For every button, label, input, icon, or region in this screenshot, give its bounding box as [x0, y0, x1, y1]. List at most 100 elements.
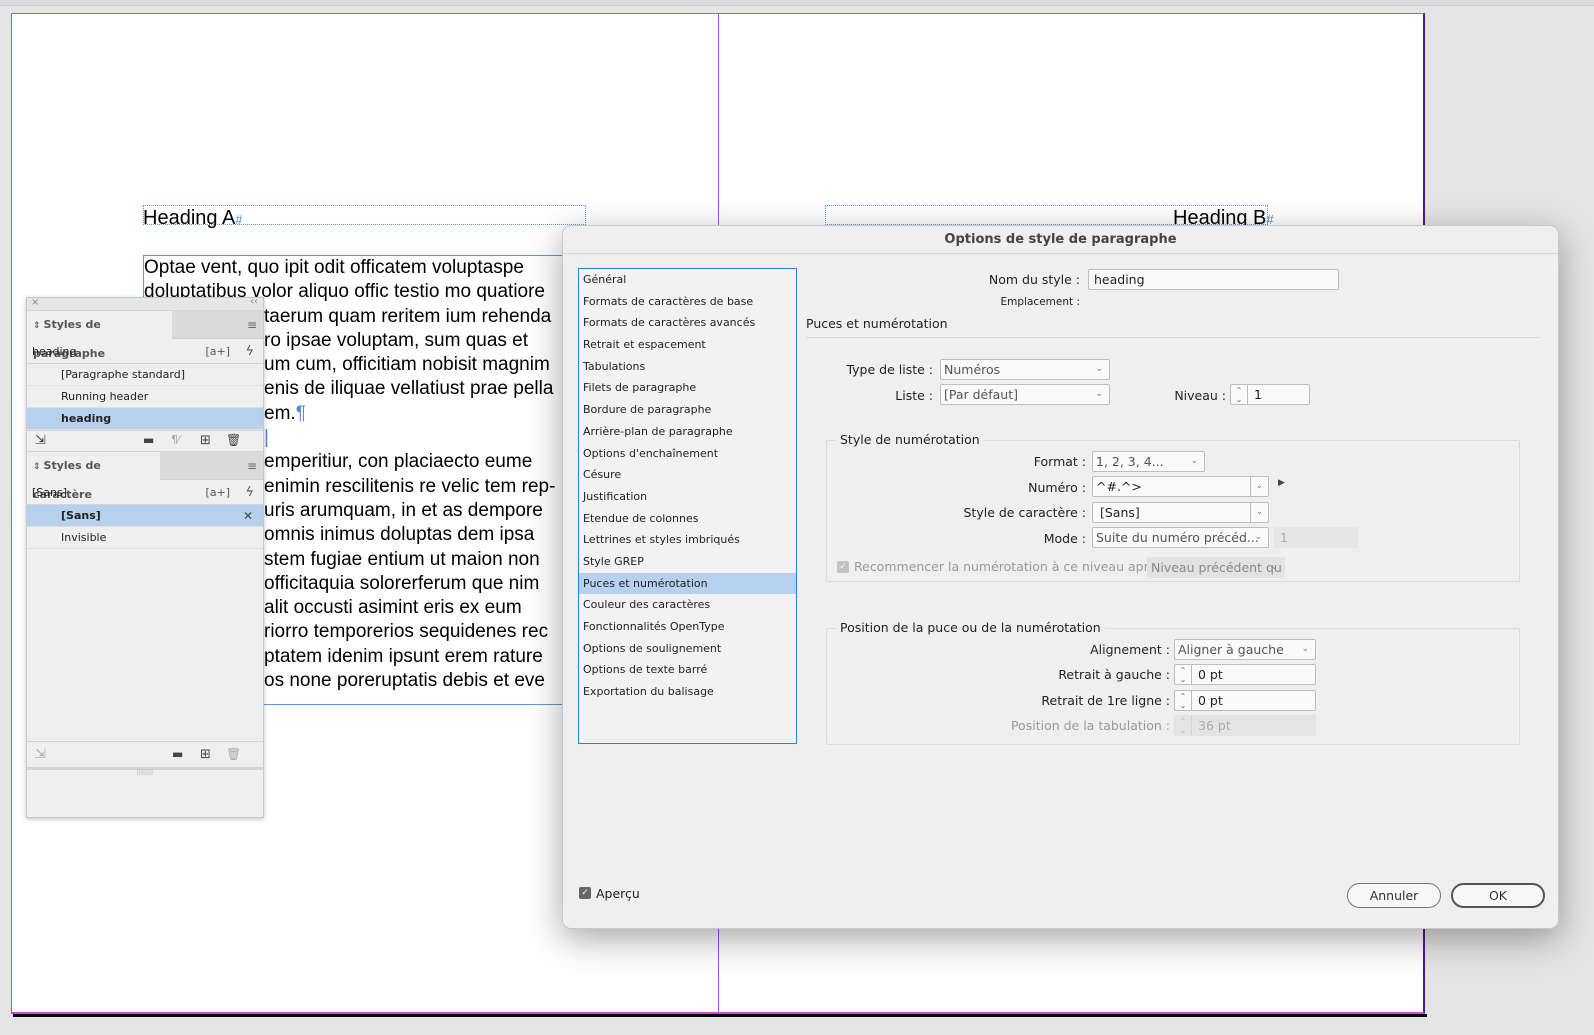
number-label: Numéro :	[1028, 480, 1086, 495]
updown-icon: ⇕	[33, 321, 41, 331]
category-item[interactable]: Style GREP	[579, 551, 796, 573]
dialog-title: Options de style de paragraphe	[563, 226, 1558, 254]
tab-paragraph-styles[interactable]: ⇕ Styles de paragraphe	[27, 311, 172, 360]
mode-start-input[interactable]: 1	[1274, 527, 1358, 548]
list-select[interactable]: [Par défaut] ⌄	[940, 384, 1110, 405]
pilcrow-marker: ¶	[295, 402, 306, 424]
quick-apply-icon[interactable]: ϟ	[245, 480, 254, 505]
restart-after-value: Niveau précédent qu	[1151, 560, 1282, 575]
ok-button[interactable]: OK	[1451, 883, 1545, 908]
restart-after-select[interactable]: Niveau précédent qu ⌄	[1147, 557, 1285, 578]
list-type-label: Type de liste :	[846, 362, 933, 377]
format-value: 1, 2, 3, 4...	[1096, 454, 1164, 469]
folder-icon[interactable]: ▬	[172, 747, 183, 761]
category-item[interactable]: Général	[579, 269, 796, 291]
category-item[interactable]: Retrait et espacement	[579, 334, 796, 356]
stepper-arrows-icon[interactable]: ⌃ ⌄	[1175, 665, 1192, 684]
category-item[interactable]: Options de texte barré	[579, 659, 796, 681]
heading-a[interactable]: Heading A#	[143, 208, 243, 230]
restart-numbering-label: Recommencer la numérotation à ce niveau …	[854, 559, 1171, 574]
new-style-icon[interactable]: ⊞	[200, 747, 211, 762]
mode-value: Suite du numéro précéd...	[1096, 530, 1259, 545]
character-style-label: Style de caractère :	[963, 505, 1086, 520]
tab-position-spinner[interactable]: ⌃ ⌄ 36 pt	[1174, 715, 1316, 736]
character-style-select[interactable]: [Sans] ⌄	[1092, 502, 1269, 523]
category-item[interactable]: Lettrines et styles imbriqués	[579, 529, 796, 551]
preview-checkbox[interactable]: ✓	[579, 887, 591, 899]
left-indent-value: 0 pt	[1198, 667, 1223, 682]
category-item[interactable]: Fonctionnalités OpenType	[579, 616, 796, 638]
quick-apply-icon[interactable]: ϟ	[245, 339, 254, 364]
category-item[interactable]: Options d'enchaînement	[579, 443, 796, 465]
first-line-indent-spinner[interactable]: ⌃ ⌄ 0 pt	[1174, 690, 1316, 711]
alignment-select[interactable]: Aligner à gauche ⌄	[1174, 639, 1316, 660]
load-styles-icon[interactable]: ⇲	[35, 433, 46, 448]
style-name-label: Nom du style :	[988, 272, 1080, 287]
category-item[interactable]: Options de soulignement	[579, 638, 796, 660]
section-divider	[806, 337, 1540, 338]
number-value: ^#.^>	[1096, 479, 1142, 494]
create-style-from-selection-icon[interactable]: [a+]	[205, 480, 230, 505]
category-item[interactable]: Etendue de colonnes	[579, 508, 796, 530]
paragraph-style-item[interactable]: Running header	[27, 386, 263, 408]
chevron-down-icon[interactable]: ⌄	[1250, 477, 1268, 496]
trash-icon[interactable]: 🗑	[226, 433, 241, 447]
first-line-indent-label: Retrait de 1re ligne :	[1041, 693, 1170, 708]
category-item[interactable]: Césure	[579, 464, 796, 486]
paragraph-style-item[interactable]: [Paragraphe standard]	[27, 364, 263, 386]
trash-icon[interactable]: 🗑	[226, 747, 241, 761]
paragraph-styles-tabrow: ⇕ Styles de paragraphe ≡	[27, 311, 263, 360]
character-style-item[interactable]: Invisible	[27, 527, 263, 549]
category-item-selected[interactable]: Puces et numérotation	[579, 572, 796, 595]
format-select[interactable]: 1, 2, 3, 4... ⌄	[1092, 451, 1205, 472]
cancel-button[interactable]: Annuler	[1347, 883, 1441, 908]
list-value: [Par défaut]	[944, 387, 1019, 402]
category-item[interactable]: Exportation du balisage	[579, 681, 796, 703]
category-item[interactable]: Filets de paragraphe	[579, 377, 796, 399]
paragraph-style-item-selected[interactable]: heading	[27, 408, 263, 430]
end-of-story-marker: #	[235, 212, 243, 227]
paragraph-panel-footer: ⇲ ▬ ¶⁄ ⊞ 🗑	[27, 430, 263, 452]
list-type-select[interactable]: Numéros ⌄	[940, 359, 1110, 380]
body-text-line: Optae vent, quo ipit odit officatem volu…	[144, 257, 524, 278]
style-name-input[interactable]: heading	[1088, 269, 1339, 290]
left-indent-spinner[interactable]: ⌃ ⌄ 0 pt	[1174, 664, 1316, 685]
category-item[interactable]: Tabulations	[579, 356, 796, 378]
mode-select[interactable]: Suite du numéro précéd... ⌄	[1092, 527, 1269, 548]
clear-overrides-icon[interactable]: ¶⁄	[171, 433, 180, 446]
create-style-from-selection-icon[interactable]: [a+]	[205, 339, 230, 364]
load-styles-icon[interactable]: ⇲	[35, 747, 46, 762]
updown-icon: ⇕	[33, 462, 41, 472]
number-combo[interactable]: ^#.^> ⌄	[1092, 476, 1269, 497]
category-item[interactable]: Justification	[579, 486, 796, 508]
category-list[interactable]: Général Formats de caractères de base Form…	[578, 268, 797, 744]
new-style-icon[interactable]: ⊞	[200, 433, 211, 448]
restart-numbering-checkbox[interactable]: ✓	[837, 561, 849, 573]
panel-menu-icon[interactable]: ≡	[247, 459, 257, 473]
left-indent-label: Retrait à gauche :	[1058, 667, 1170, 682]
resize-grip[interactable]: ||||||||	[27, 768, 263, 776]
folder-icon[interactable]: ▬	[143, 433, 154, 447]
character-style-item-selected[interactable]: [Sans] ✕	[27, 505, 263, 527]
category-item[interactable]: Formats de caractères de base	[579, 291, 796, 313]
list-label: Liste :	[895, 388, 933, 403]
preview-label: Aperçu	[596, 886, 640, 901]
stepper-arrows-icon[interactable]: ⌃ ⌄	[1231, 385, 1248, 404]
close-icon[interactable]: ×	[31, 297, 39, 308]
not-editable-icon: ✕	[242, 509, 253, 523]
category-item[interactable]: Formats de caractères avancés	[579, 312, 796, 334]
category-item[interactable]: Arrière-plan de paragraphe	[579, 421, 796, 443]
panel-title-bar[interactable]: × ‹‹	[27, 296, 263, 311]
tab-character-styles[interactable]: ⇕ Styles de caractère	[27, 452, 160, 501]
chevron-down-icon[interactable]: ⌄	[1250, 503, 1268, 522]
current-paragraph-style: heading	[32, 345, 77, 358]
tab-position-value: 36 pt	[1198, 718, 1231, 733]
level-spinner[interactable]: ⌃ ⌄ 1	[1230, 384, 1310, 405]
stepper-arrows-icon[interactable]: ⌃ ⌄	[1175, 691, 1192, 710]
category-item[interactable]: Bordure de paragraphe	[579, 399, 796, 421]
special-characters-menu-icon[interactable]: ▶	[1278, 478, 1285, 488]
style-label: heading	[61, 412, 112, 425]
category-item[interactable]: Couleur des caractères	[579, 594, 796, 616]
collapse-icon[interactable]: ‹‹	[250, 296, 258, 307]
panel-menu-icon[interactable]: ≡	[247, 318, 257, 332]
